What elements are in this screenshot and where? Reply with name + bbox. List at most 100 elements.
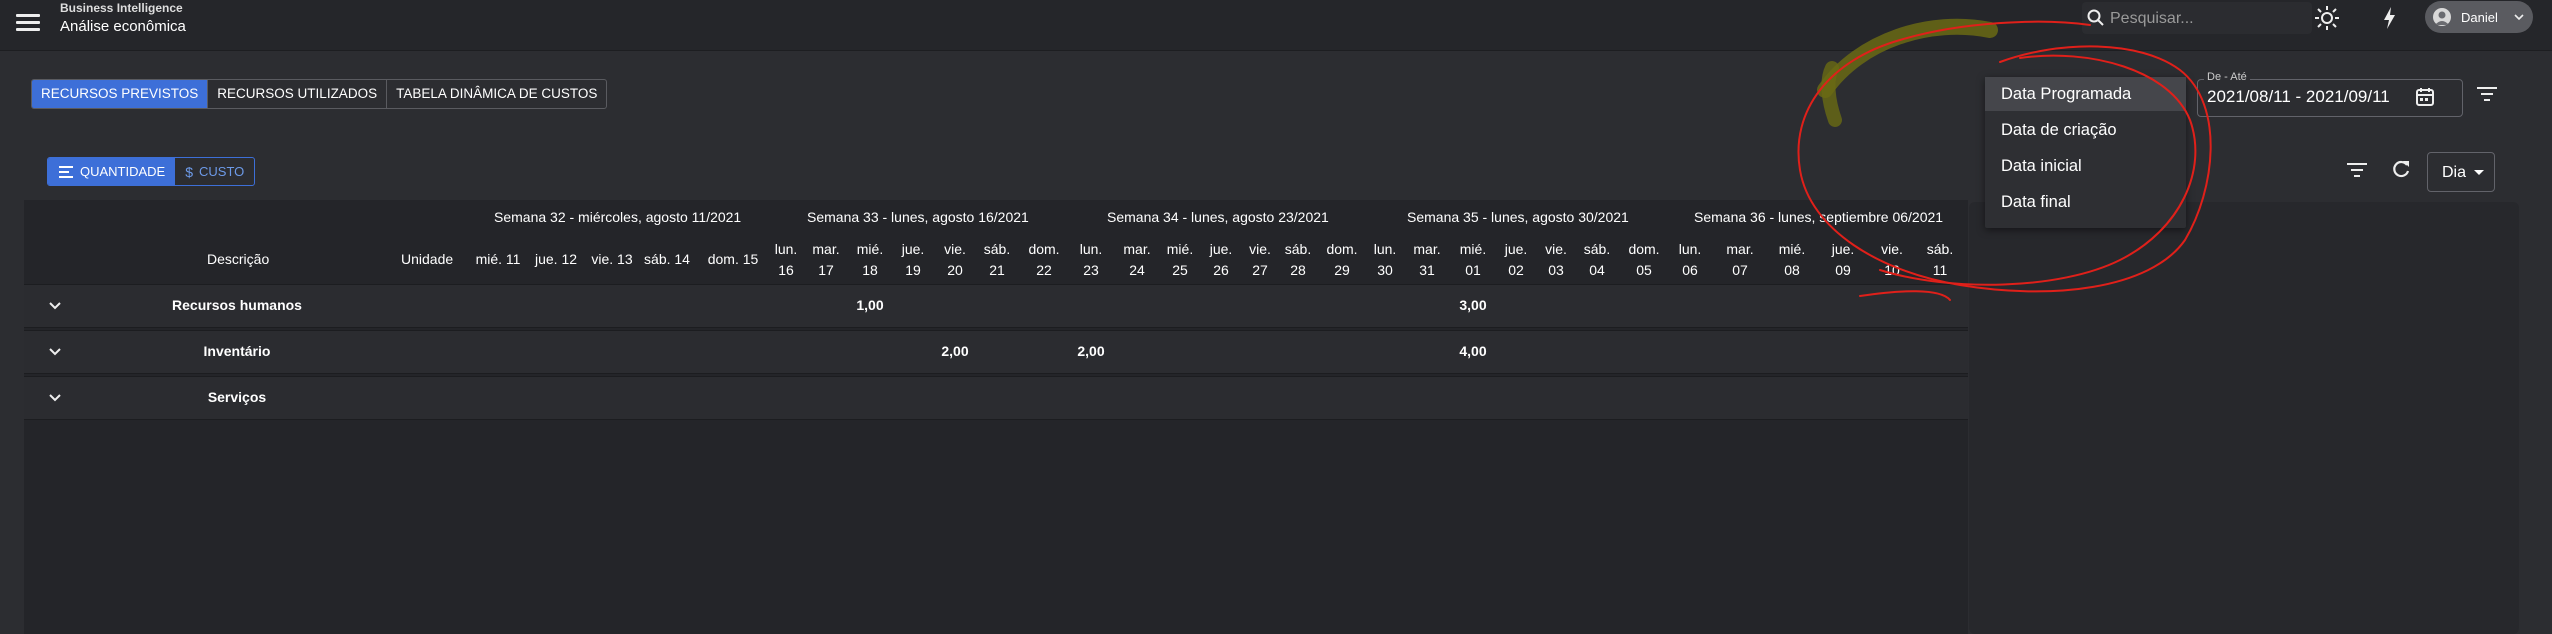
day-header-date: 20 (947, 262, 963, 278)
day-header-date: 31 (1419, 262, 1435, 278)
date-range-field[interactable]: De - Até 2021/08/11 - 2021/09/11 (2197, 71, 2463, 117)
search-icon (2087, 9, 2104, 26)
cell-value: 2,00 (941, 343, 969, 359)
chevron-down-icon (2514, 14, 2524, 21)
day-header-date: 09 (1835, 262, 1851, 278)
day-header: mié. (1459, 241, 1487, 257)
day-header-date: 27 (1252, 262, 1268, 278)
cell-value: 1,00 (856, 297, 884, 313)
day-header-date: 08 (1784, 262, 1800, 278)
filter-icon[interactable] (2475, 84, 2499, 104)
cost-label: CUSTO (199, 164, 245, 179)
menu-item-data-final[interactable]: Data final (1985, 185, 2186, 219)
day-header: sáb. (1583, 241, 1611, 257)
dollar-icon: $ (185, 163, 194, 180)
user-name: Daniel (2461, 10, 2498, 25)
day-header: mar. (1123, 241, 1151, 257)
table-row[interactable]: Serviços (24, 376, 1968, 420)
menu-icon[interactable] (16, 10, 40, 34)
view-tabs: RECURSOS PREVISTOS RECURSOS UTILIZADOS T… (31, 79, 608, 109)
day-header: sáb. (983, 241, 1011, 257)
day-header-date: 05 (1636, 262, 1652, 278)
day-header-date: 21 (989, 262, 1005, 278)
day-header: mié. (856, 241, 884, 257)
menu-item-data-programada[interactable]: Data Programada (1985, 77, 2186, 111)
week-header: Semana 36 - lunes, septiembre 06/2021 (1694, 209, 1944, 225)
date-type-menu: Data Programada Data de criação Data ini… (1985, 77, 2186, 228)
calendar-icon[interactable] (2414, 86, 2436, 108)
theme-toggle-icon[interactable] (2313, 4, 2341, 32)
day-header-date: 07 (1732, 262, 1748, 278)
user-menu[interactable]: Daniel (2425, 1, 2533, 33)
day-header: mar. (812, 241, 840, 257)
quantity-label: QUANTIDADE (80, 164, 166, 179)
search-box (2082, 2, 2312, 34)
column-header-unit: Unidade (401, 251, 454, 267)
day-header: jue. (1831, 241, 1855, 257)
tab-recursos-utilizados[interactable]: RECURSOS UTILIZADOS (208, 80, 388, 108)
day-header: mar. (1413, 241, 1441, 257)
day-header: vie. (1545, 241, 1567, 257)
day-header-date: 11 (1932, 262, 1948, 278)
menu-item-label: Data Programada (2001, 85, 2132, 103)
date-range-label: De - Até (2204, 71, 2250, 83)
day-header-date: 26 (1213, 262, 1229, 278)
menu-item-data-criacao[interactable]: Data de criação (1985, 113, 2186, 147)
week-header: Semana 34 - lunes, agosto 23/2021 (1107, 209, 1329, 225)
day-header-date: 18 (862, 262, 878, 278)
day-header-date: 23 (1083, 262, 1099, 278)
flash-icon[interactable] (2376, 4, 2404, 32)
row-label: Recursos humanos (172, 297, 302, 313)
week-header: Semana 32 - miércoles, agosto 11/2021 (494, 209, 742, 225)
cost-button[interactable]: $ CUSTO (175, 158, 254, 185)
refresh-icon[interactable] (2390, 158, 2412, 180)
table-filter-icon[interactable] (2345, 160, 2369, 180)
day-header: lun. (1678, 241, 1702, 257)
day-header-date: 03 (1548, 262, 1564, 278)
granularity-select[interactable]: Dia (2427, 152, 2495, 192)
day-header: mié. (1778, 241, 1806, 257)
day-header: sáb. 14 (644, 251, 690, 267)
table-row[interactable]: Recursos humanos 1,00 3,00 (24, 284, 1968, 328)
menu-item-data-inicial[interactable]: Data inicial (1985, 149, 2186, 183)
day-header-date: 30 (1377, 262, 1393, 278)
day-header-date: 02 (1508, 262, 1524, 278)
day-header: jue. (1209, 241, 1233, 257)
day-header: vie. (944, 241, 966, 257)
avatar-icon (2433, 8, 2451, 26)
day-header: dom. 15 (707, 251, 759, 267)
menu-item-label: Data de criação (2001, 121, 2117, 139)
row-label: Serviços (207, 389, 267, 405)
date-range-value: 2021/08/11 - 2021/09/11 (2207, 87, 2390, 106)
tab-recursos-previstos[interactable]: RECURSOS PREVISTOS (32, 80, 209, 108)
tab-tabela-dinamica[interactable]: TABELA DINÂMICA DE CUSTOS (387, 80, 606, 108)
top-app-bar: Business Intelligence Análise econômica … (0, 0, 2552, 51)
quantity-button[interactable]: QUANTIDADE (48, 158, 176, 185)
day-header: jue. (901, 241, 925, 257)
day-header-date: 24 (1129, 262, 1145, 278)
day-header-date: 22 (1036, 262, 1052, 278)
day-header: mié. (1166, 241, 1194, 257)
day-header-date: 04 (1589, 262, 1605, 278)
day-header-date: 25 (1172, 262, 1188, 278)
app-subtitle: Business Intelligence (60, 1, 183, 15)
day-header: sáb. (1284, 241, 1312, 257)
day-header-date: 17 (818, 262, 834, 278)
row-label: Inventário (203, 343, 271, 359)
week-header: Semana 35 - lunes, agosto 30/2021 (1407, 209, 1629, 225)
table-row[interactable]: Inventário 2,00 2,00 4,00 (24, 330, 1968, 374)
day-header-date: 01 (1465, 262, 1481, 278)
day-header: jue. 12 (534, 251, 578, 267)
menu-item-label: Data final (2001, 193, 2071, 211)
day-header-date: 19 (905, 262, 921, 278)
cell-value: 4,00 (1459, 343, 1487, 359)
cell-value: 2,00 (1077, 343, 1105, 359)
dropdown-arrow-icon (2474, 170, 2484, 175)
search-input[interactable] (2108, 6, 2307, 32)
list-icon (59, 165, 73, 178)
column-header-description: Descrição (207, 251, 270, 267)
day-header: lun. (774, 241, 798, 257)
day-header: lun. (1079, 241, 1103, 257)
day-header-date: 29 (1334, 262, 1350, 278)
week-header: Semana 33 - lunes, agosto 16/2021 (807, 209, 1029, 225)
